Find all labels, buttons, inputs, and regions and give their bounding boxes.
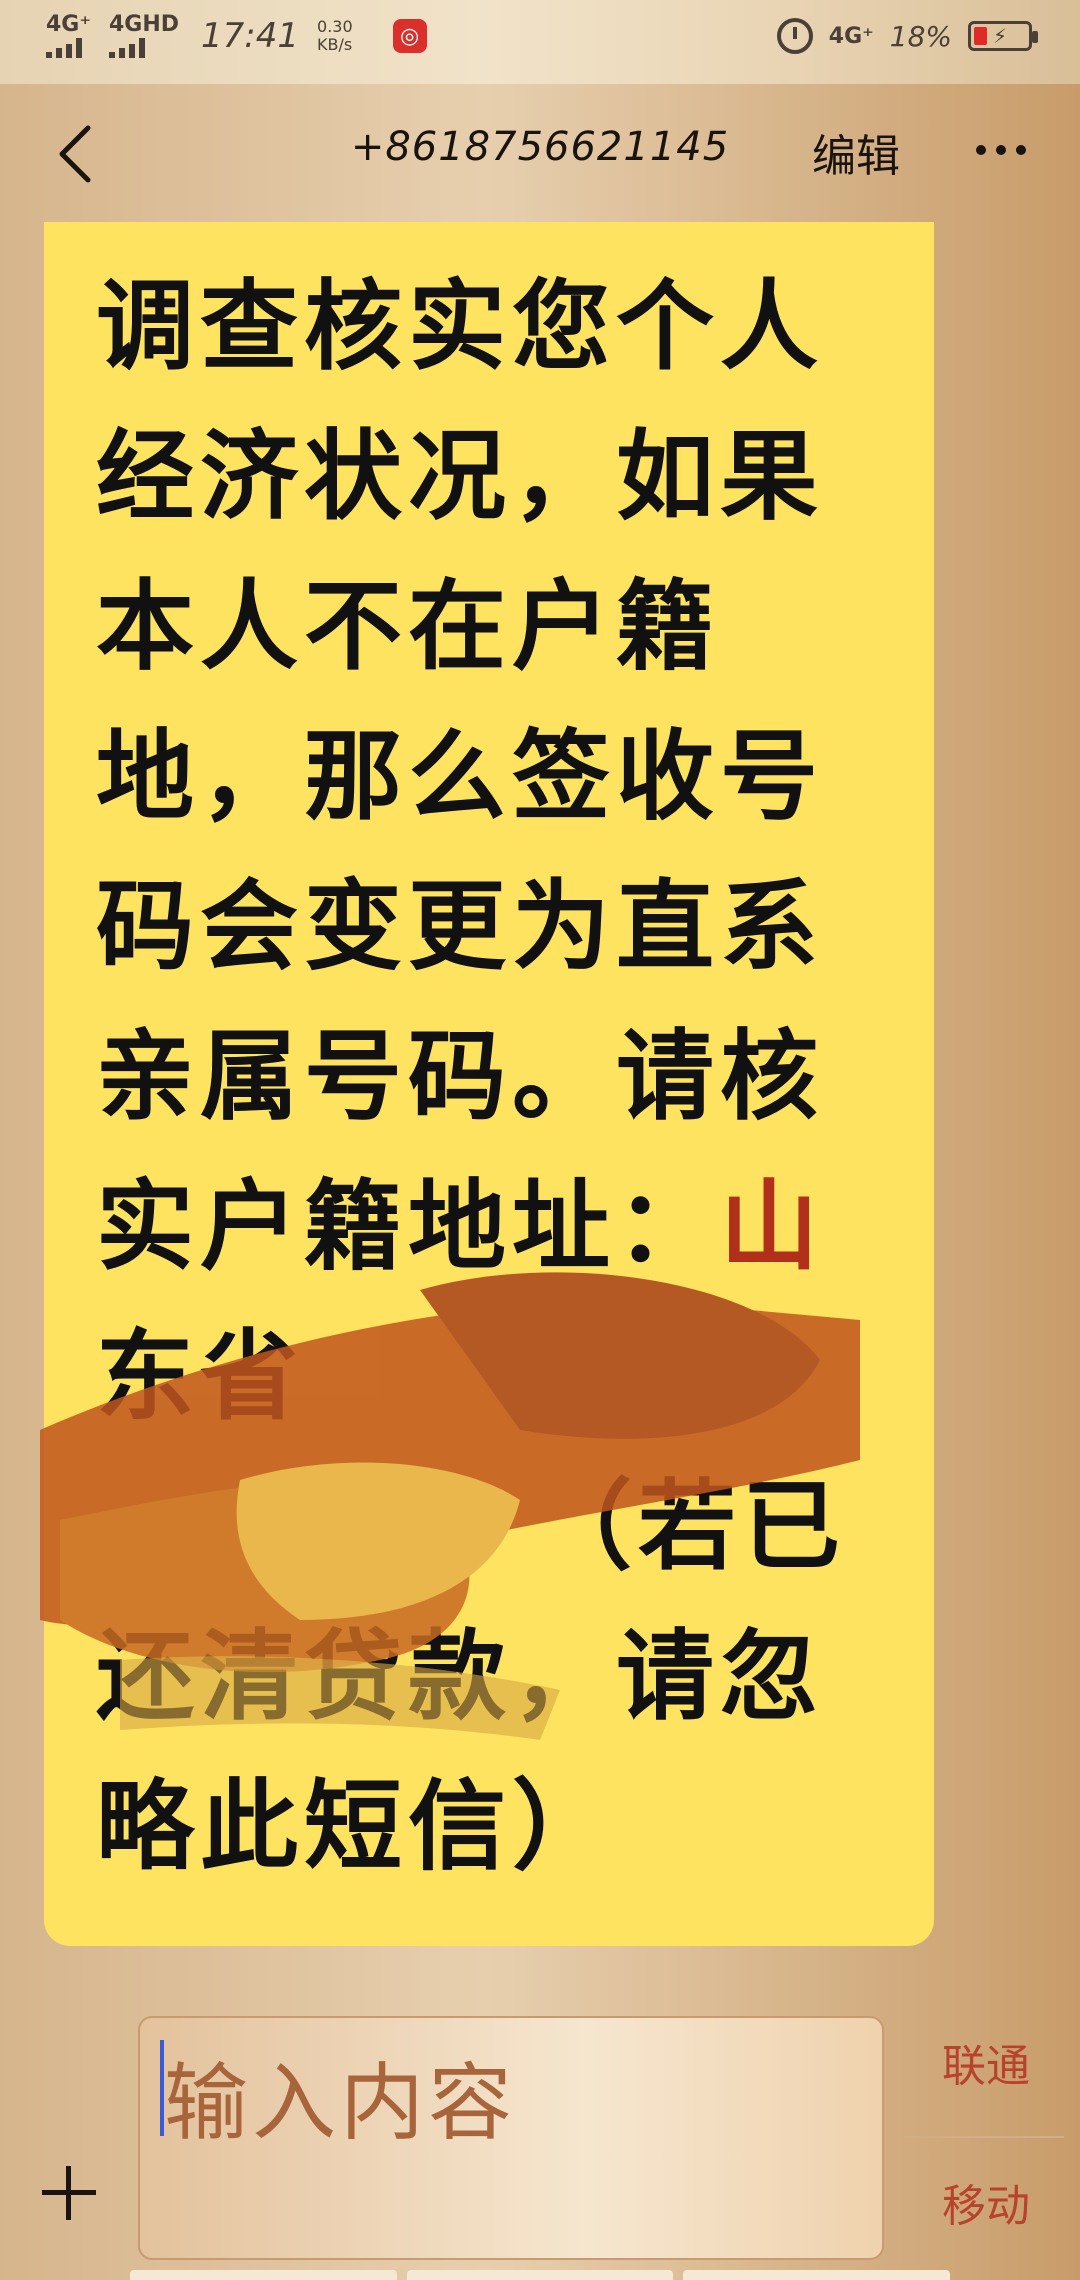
message-line: 实户籍地址：山 xyxy=(96,1169,825,1284)
signal-bars-icon xyxy=(46,38,82,58)
message-line: 还清贷款，请忽 xyxy=(96,1619,825,1734)
message-line: 亲属号码。请核 xyxy=(96,1019,825,1134)
input-placeholder: 输入内容 xyxy=(164,2054,517,2152)
message-line: 略此短信） xyxy=(96,1769,617,1884)
message-input[interactable]: 输入内容 xyxy=(138,2016,884,2260)
message-line: 调查核实您个人 xyxy=(96,269,825,384)
status-bar: 4G⁺ 4GHD 17:41 0.30 KB/s ◎ 4G⁺ 18% ⚡ xyxy=(0,0,1080,84)
battery-percentage: 18% xyxy=(889,19,952,53)
keyboard-hint-bar xyxy=(130,2270,951,2280)
send-sim2-button[interactable]: 移动 xyxy=(906,2170,1066,2234)
message-line: 经济状况，如果 xyxy=(96,419,825,534)
signal-bars-icon xyxy=(108,38,145,58)
edit-button[interactable]: 编辑 xyxy=(812,120,900,184)
signal-indicator-1: 4G⁺ xyxy=(46,14,91,58)
sim-divider xyxy=(904,2136,1064,2138)
network-type: 4G⁺ xyxy=(828,23,874,49)
message-line: 码会变更为直系 xyxy=(96,869,825,984)
signal-indicator-2: 4GHD xyxy=(108,14,179,58)
network-speed: 0.30 KB/s xyxy=(317,17,353,54)
message-line: 地，那么签收号 xyxy=(96,719,825,834)
message-bubble[interactable]: 调查核实您个人 经济状况，如果 本人不在户籍 地，那么签收号 码会变更为直系 亲… xyxy=(44,222,934,1946)
conversation-header: +8618756621145 编辑 xyxy=(0,84,1080,224)
contact-number: +8618756621145 xyxy=(350,124,730,170)
battery-icon: ⚡ xyxy=(968,21,1038,51)
message-line: （若已 xyxy=(534,1469,847,1584)
charging-icon: ⚡ xyxy=(992,24,1008,48)
clock: 17:41 xyxy=(201,16,300,56)
more-options-icon[interactable] xyxy=(976,130,1036,170)
message-line: 本人不在户籍 xyxy=(96,569,721,684)
address-start: 山 xyxy=(720,1169,825,1284)
send-sim1-button[interactable]: 联通 xyxy=(906,2030,1066,2094)
netease-music-icon: ◎ xyxy=(392,19,427,53)
add-attachment-button[interactable] xyxy=(36,2160,102,2226)
alarm-icon xyxy=(776,18,813,54)
message-line-address: 东省 xyxy=(96,1319,305,1434)
